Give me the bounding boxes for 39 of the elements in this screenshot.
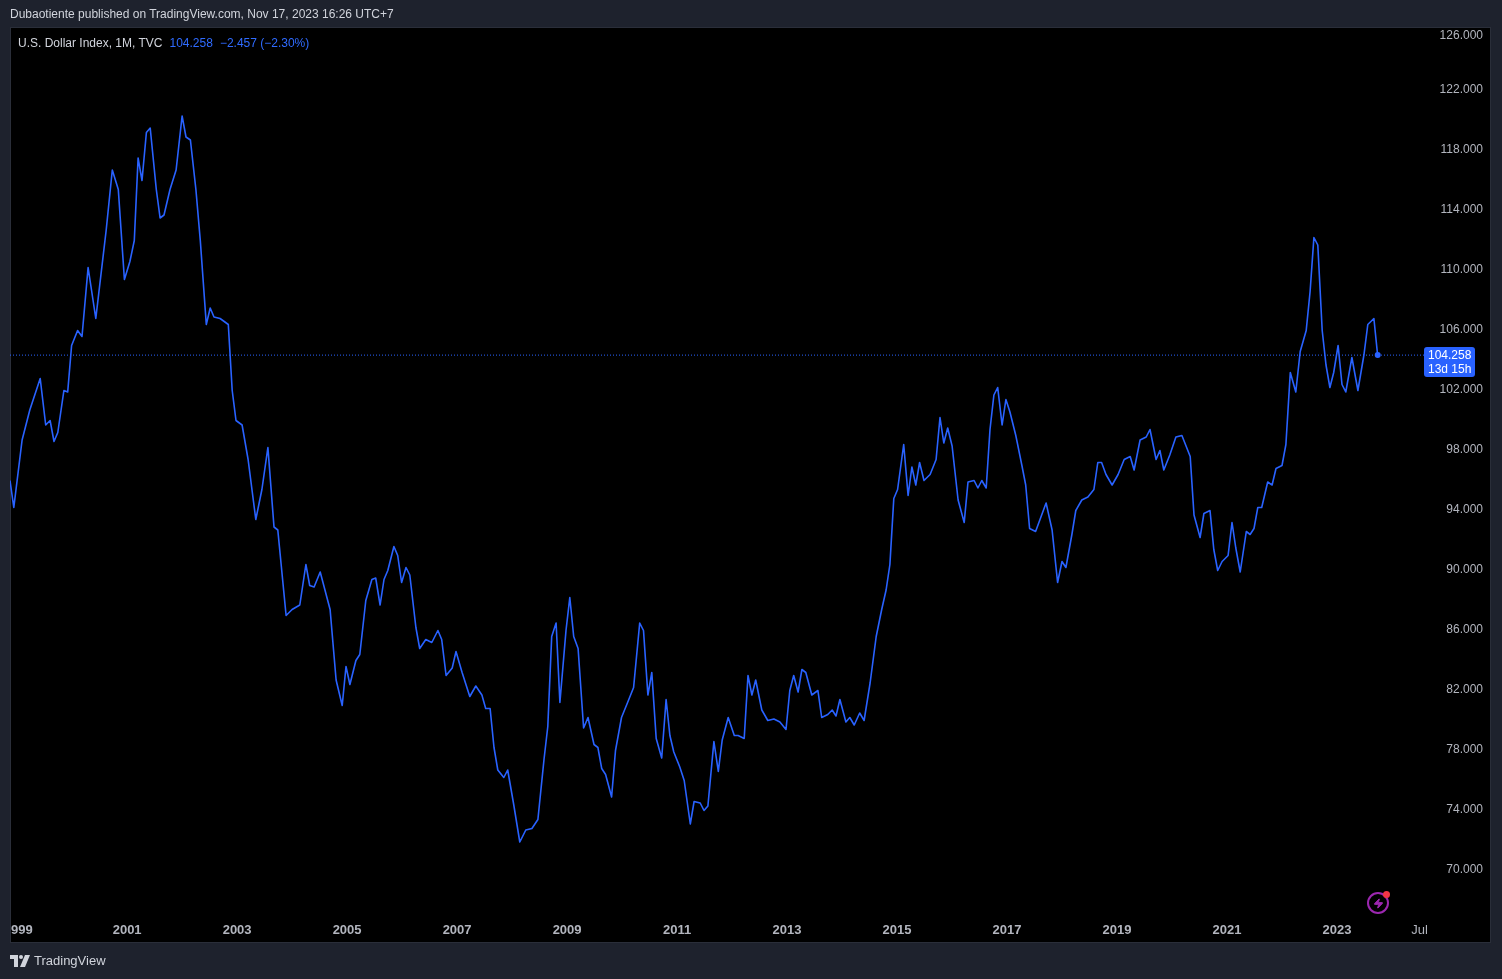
y-axis-label: 110.000: [1440, 262, 1483, 276]
symbol-title: U.S. Dollar Index, 1M, TVC: [18, 35, 163, 52]
y-axis-label: 98.000: [1446, 442, 1483, 456]
x-axis-label: 2017: [992, 922, 1022, 937]
price-change: −2.457 (−2.30%): [219, 35, 310, 52]
tradingview-logo-icon: [10, 955, 30, 967]
x-axis-label: 2021: [1212, 922, 1242, 937]
y-axis-label: 118.000: [1440, 141, 1483, 156]
last-price-dot: [1374, 352, 1381, 359]
last-price: 104.258: [169, 35, 213, 52]
y-axis-label: 106.000: [1439, 322, 1483, 336]
x-axis-label: 2019: [1102, 922, 1132, 937]
x-axis-label: Jul: [1411, 922, 1428, 937]
x-axis-label: 2023: [1322, 922, 1352, 937]
publish-info: Dubaotiente published on TradingView.com, Nov 17, 2023 16:26 UTC+7: [10, 5, 394, 23]
y-axis-label: 82.000: [1446, 682, 1483, 696]
y-axis-label: 94.000: [1446, 502, 1483, 516]
x-axis-label: 2005: [332, 922, 362, 937]
x-axis-label: 2009: [552, 922, 582, 937]
x-axis-label: 2015: [882, 922, 912, 937]
y-axis-label: 78.000: [1446, 742, 1483, 757]
countdown: 13d 15h: [1428, 362, 1472, 377]
x-axis-label: 999: [11, 922, 33, 937]
price-tag-value: 104.258: [1428, 348, 1472, 363]
y-axis-label: 122.000: [1439, 81, 1483, 96]
x-axis-label: 2011: [663, 922, 692, 937]
x-axis-label: 2001: [112, 922, 142, 937]
y-axis-label: 102.000: [1439, 382, 1483, 396]
x-axis-label: 2007: [442, 922, 472, 937]
y-axis-label: 126.000: [1439, 28, 1483, 42]
lightning-icon[interactable]: [1367, 892, 1389, 914]
y-axis-label: 114.000: [1440, 201, 1483, 216]
brand-name: TradingView: [34, 952, 106, 971]
y-axis-label: 70.000: [1446, 862, 1483, 877]
y-axis-label: 86.000: [1446, 622, 1483, 636]
x-axis-label: 2003: [222, 922, 252, 937]
x-axis-label: 2013: [772, 922, 802, 937]
y-axis-label: 90.000: [1446, 562, 1483, 576]
y-axis-label: 74.000: [1446, 802, 1483, 817]
